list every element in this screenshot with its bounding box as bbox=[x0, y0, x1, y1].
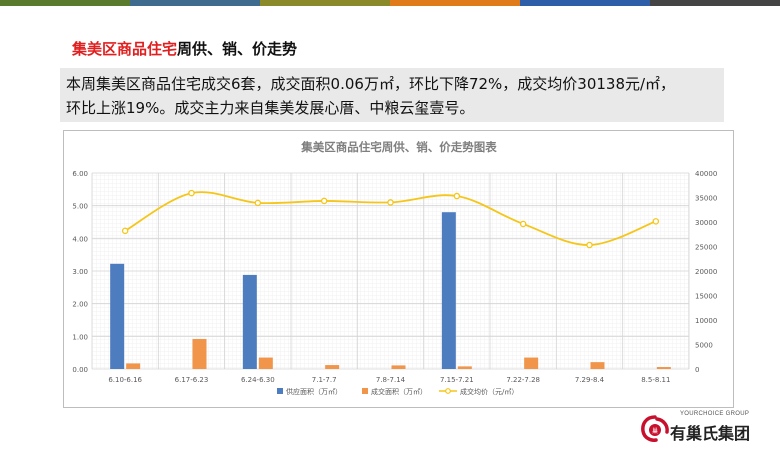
x-tick-label: 8.5-8.11 bbox=[641, 376, 670, 384]
x-tick-label: 7.15-7.21 bbox=[440, 376, 474, 384]
bar-supply bbox=[242, 274, 257, 369]
top-bar-segment bbox=[260, 0, 390, 6]
y2-tick-label: 10000 bbox=[695, 317, 717, 325]
top-bar-segment bbox=[650, 0, 780, 6]
y-tick-label: 4.00 bbox=[72, 235, 88, 243]
page-title-highlight: 集美区商品住宅 bbox=[72, 40, 178, 58]
legend-swatch bbox=[362, 388, 368, 394]
combo-chart: 集美区商品住宅周供、销、价走势图表 0.00 1.00 2.00 3.00 4.00 5.… bbox=[72, 140, 717, 396]
bar-transaction bbox=[524, 357, 539, 369]
y2-tick-label: 40000 bbox=[695, 170, 717, 178]
x-tick-label: 6.17-6.23 bbox=[175, 376, 209, 384]
legend-swatch-marker bbox=[445, 388, 451, 394]
legend-label: 成交面积（万㎡） bbox=[371, 387, 427, 396]
x-tick-label: 7.1-7.7 bbox=[312, 376, 337, 384]
bar-transaction bbox=[457, 366, 472, 369]
x-tick-label: 7.8-7.14 bbox=[376, 376, 406, 384]
legend-label: 成交均价（元/㎡） bbox=[460, 387, 518, 396]
bar-transaction bbox=[258, 357, 273, 369]
legend-label: 供应面积（万㎡） bbox=[286, 387, 342, 396]
y2-tick-label: 30000 bbox=[695, 219, 717, 227]
price-point bbox=[453, 192, 461, 200]
logo-chinese: 有巢氏集团 bbox=[670, 424, 751, 443]
y-tick-label: 0.00 bbox=[72, 366, 88, 374]
y2-tick-label: 5000 bbox=[695, 342, 713, 350]
top-bar-segment bbox=[520, 0, 650, 6]
nest-logo-icon: 巢 bbox=[641, 415, 669, 442]
top-color-bar bbox=[0, 0, 780, 6]
y-tick-label: 1.00 bbox=[72, 333, 88, 341]
legend-swatch bbox=[277, 388, 283, 394]
summary-line-2: 环比上涨19%。成交主力来自集美发展心厝、中粮云玺壹号。 bbox=[66, 99, 475, 117]
company-logo: 巢 YOURCHOICE GROUP 有巢氏集团 bbox=[640, 410, 780, 446]
x-tick-label: 6.24-6.30 bbox=[241, 376, 275, 384]
logo-english: YOURCHOICE GROUP bbox=[680, 411, 750, 417]
bar-supply bbox=[110, 263, 125, 369]
y-tick-label: 5.00 bbox=[72, 203, 88, 211]
x-tick-label: 7.22-7.28 bbox=[506, 376, 540, 384]
y-tick-label: 6.00 bbox=[72, 170, 88, 178]
summary-box: 本周集美区商品住宅成交6套，成交面积0.06万㎡，环比下降72%，成交均价301… bbox=[60, 68, 724, 122]
page-title: 集美区商品住宅周供、销、价走势 bbox=[72, 38, 297, 59]
bar-transaction bbox=[391, 365, 406, 369]
bar-transaction bbox=[325, 365, 340, 369]
bar-transaction bbox=[656, 367, 671, 369]
chart-title: 集美区商品住宅周供、销、价走势图表 bbox=[300, 140, 497, 154]
bar-transaction bbox=[590, 362, 605, 369]
price-point bbox=[121, 227, 129, 235]
top-bar-segment bbox=[130, 0, 260, 6]
page-title-rest: 周供、销、价走势 bbox=[177, 40, 298, 58]
price-point bbox=[188, 189, 195, 197]
chart-container: 集美区商品住宅周供、销、价走势图表 0.00 1.00 2.00 3.00 4.00 5.… bbox=[63, 130, 734, 408]
price-point bbox=[586, 241, 593, 249]
top-bar-segment bbox=[390, 0, 520, 6]
bar-transaction bbox=[192, 338, 207, 369]
bar-transaction bbox=[126, 363, 141, 369]
summary-line-1: 本周集美区商品住宅成交6套，成交面积0.06万㎡，环比下降72%，成交均价301… bbox=[66, 75, 676, 93]
x-tick-label: 6.10-6.16 bbox=[108, 376, 142, 384]
x-tick-label: 7.29-8.4 bbox=[575, 376, 605, 384]
y2-tick-label: 25000 bbox=[695, 244, 717, 252]
y-tick-label: 3.00 bbox=[72, 268, 88, 276]
top-bar-segment bbox=[0, 0, 130, 6]
price-point bbox=[387, 199, 394, 206]
price-point bbox=[320, 197, 328, 205]
bar-supply bbox=[441, 212, 456, 369]
y-tick-label: 2.00 bbox=[72, 301, 88, 309]
price-point bbox=[519, 220, 527, 228]
y2-tick-label: 0 bbox=[695, 366, 699, 374]
y2-tick-label: 35000 bbox=[695, 195, 717, 203]
price-point bbox=[652, 218, 660, 225]
logo-mark-text: 巢 bbox=[652, 427, 658, 435]
price-point bbox=[254, 199, 262, 207]
y2-tick-label: 20000 bbox=[695, 268, 717, 276]
y2-tick-label: 15000 bbox=[695, 293, 717, 301]
